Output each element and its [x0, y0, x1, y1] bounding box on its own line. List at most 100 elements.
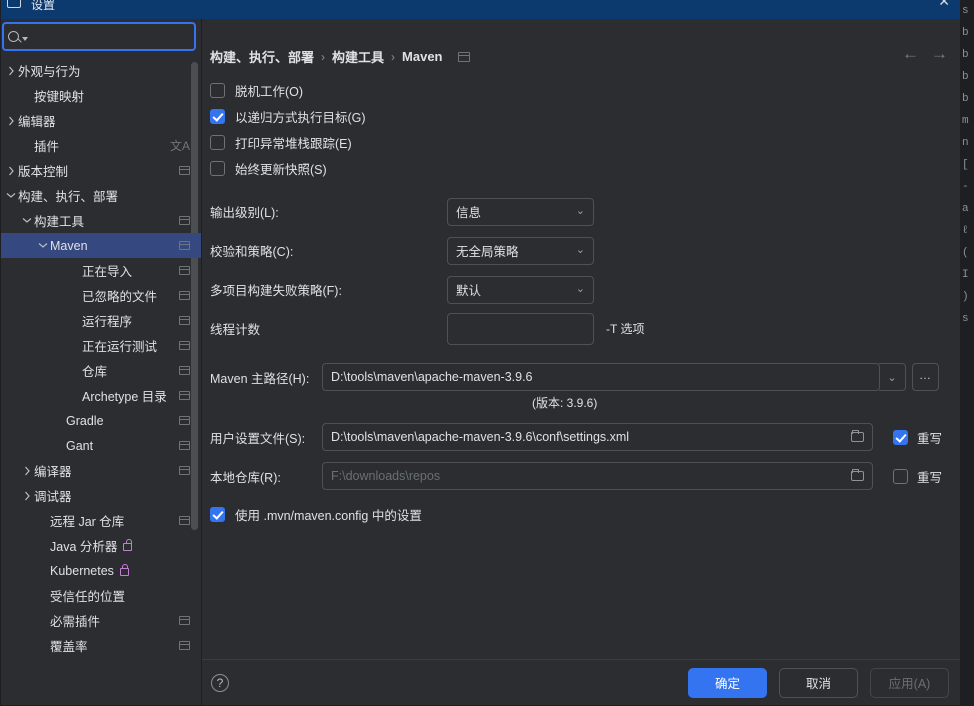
sidebar-item-5[interactable]: 构建、执行、部署 — [1, 183, 201, 208]
sidebar-item-label: 正在运行测试 — [82, 340, 158, 354]
sidebar-item-17[interactable]: 调试器 — [1, 483, 201, 508]
project-scope-icon — [179, 266, 190, 275]
folder-icon[interactable] — [851, 468, 864, 481]
editor-line: s — [962, 5, 969, 17]
checkbox-row-3[interactable]: 始终更新快照(S) — [202, 155, 960, 181]
sidebar-item-13[interactable]: Archetype 目录 — [1, 383, 201, 408]
select-1[interactable]: 无全局策略 ⌄ — [447, 236, 594, 265]
main-scroll-area: 构建、执行、部署 › 构建工具 › Maven ← → 脱机工作(O) 以递归方式执行目标… — [202, 19, 960, 659]
maven-home-input[interactable]: D:\tools\maven\apache-maven-3.9.6 — [322, 363, 880, 391]
sidebar-item-2[interactable]: 编辑器 — [1, 108, 201, 133]
editor-line: [ — [962, 159, 969, 171]
sidebar-item-21[interactable]: 受信任的位置 — [1, 583, 201, 608]
sidebar-item-11[interactable]: 正在运行测试 — [1, 333, 201, 358]
select-2[interactable]: 默认 ⌄ — [447, 275, 594, 304]
user-settings-input[interactable]: D:\tools\maven\apache-maven-3.9.6\conf\s… — [322, 423, 873, 451]
cancel-button[interactable]: 取消 — [779, 667, 858, 698]
sidebar-item-7[interactable]: Maven — [1, 233, 201, 258]
select-label-2: 多项目构建失败策略(F): — [210, 284, 342, 298]
select-group: 输出级别(L): 信息 ⌄ 校验和策略(C): 无全局策略 ⌄ 多项目构建失败策略(F): 默… — [202, 192, 960, 309]
sidebar-item-18[interactable]: 远程 Jar 仓库 — [1, 508, 201, 533]
maven-home-browse-button[interactable]: … — [912, 363, 939, 391]
forward-arrow-icon[interactable]: → — [931, 45, 948, 62]
checkbox-row-0[interactable]: 脱机工作(O) — [202, 77, 960, 103]
sidebar-item-0[interactable]: 外观与行为 — [1, 58, 201, 83]
sidebar-item-label: Gradle — [66, 413, 104, 428]
chevron-down-icon[interactable] — [36, 242, 50, 249]
sidebar-item-10[interactable]: 运行程序 — [1, 308, 201, 333]
back-arrow-icon[interactable]: ← — [902, 45, 919, 62]
sidebar-item-12[interactable]: 仓库 — [1, 358, 201, 383]
nav-arrows: ← → — [902, 45, 948, 62]
checkbox-row-2[interactable]: 打印异常堆栈跟踪(E) — [202, 129, 960, 155]
maven-home-dropdown-icon[interactable]: ⌄ — [879, 363, 906, 391]
sidebar-item-23[interactable]: 覆盖率 — [1, 633, 201, 658]
sidebar-item-8[interactable]: 正在导入 — [1, 258, 201, 283]
sidebar-item-label: 按键映射 — [34, 90, 85, 104]
chevron-right-icon[interactable] — [20, 466, 34, 476]
chevron-right-icon[interactable] — [4, 66, 18, 76]
sidebar-item-15[interactable]: Gant — [1, 433, 201, 458]
user-settings-override[interactable]: 重写 — [893, 428, 942, 447]
sidebar-item-3[interactable]: 插件 文A — [1, 133, 201, 158]
breadcrumb-item-0[interactable]: 构建、执行、部署 — [210, 47, 314, 66]
user-settings-override-checkbox[interactable] — [893, 429, 908, 445]
project-scope-icon — [179, 366, 190, 375]
project-scope-icon — [179, 466, 190, 475]
editor-line: b — [962, 71, 969, 83]
settings-tree[interactable]: 外观与行为按键映射编辑器 插件 文A 版本控制 构建、执行、部署 构建工具 Maven 正在导… — [1, 55, 201, 705]
sidebar-item-4[interactable]: 版本控制 — [1, 158, 201, 183]
sidebar-item-16[interactable]: 编译器 — [1, 458, 201, 483]
search-box[interactable] — [2, 22, 196, 51]
breadcrumb-item-2[interactable]: Maven — [402, 49, 442, 64]
checkbox-0[interactable] — [210, 82, 225, 98]
select-0[interactable]: 信息 ⌄ — [447, 197, 594, 226]
checkbox-row-1[interactable]: 以递归方式执行目标(G) — [202, 103, 960, 129]
help-icon[interactable]: ? — [211, 673, 229, 692]
sidebar-item-14[interactable]: Gradle — [1, 408, 201, 433]
breadcrumb-item-1[interactable]: 构建工具 — [332, 47, 384, 66]
chevron-down-icon: ⌄ — [575, 205, 585, 217]
sidebar-item-label: Archetype 目录 — [82, 390, 167, 404]
chevron-right-icon[interactable] — [20, 491, 34, 501]
close-icon[interactable]: ✕ — [938, 0, 950, 8]
thread-count-row: 线程计数 -T 选项 — [202, 309, 960, 348]
checkbox-2[interactable] — [210, 134, 225, 150]
chevron-right-icon[interactable] — [4, 116, 18, 126]
footer-buttons: 确定 取消 应用(A) — [688, 667, 949, 698]
sidebar-item-label: 正在导入 — [82, 265, 133, 279]
project-scope-icon — [179, 391, 190, 400]
project-scope-icon — [179, 316, 190, 325]
thread-count-input[interactable] — [447, 312, 594, 345]
project-scope-icon — [179, 416, 190, 425]
chevron-down-icon[interactable] — [4, 192, 18, 199]
mvn-config-checkbox[interactable] — [210, 506, 225, 522]
editor-line: - — [962, 181, 969, 193]
checkbox-1[interactable] — [210, 108, 225, 124]
project-scope-icon — [179, 516, 190, 525]
ok-button[interactable]: 确定 — [688, 667, 767, 698]
project-scope-icon — [179, 641, 190, 650]
breadcrumb: 构建、执行、部署 › 构建工具 › Maven — [210, 47, 470, 66]
sidebar-item-20[interactable]: Kubernetes — [1, 558, 201, 583]
checkbox-3[interactable] — [210, 160, 225, 176]
chevron-down-icon: ⌄ — [575, 244, 585, 256]
folder-icon[interactable] — [851, 429, 864, 442]
sidebar-item-6[interactable]: 构建工具 — [1, 208, 201, 233]
mvn-config-row[interactable]: 使用 .mvn/maven.config 中的设置 — [202, 501, 960, 527]
local-repo-input[interactable]: F:\downloads\repos — [322, 462, 873, 490]
chevron-down-icon[interactable] — [20, 217, 34, 224]
chevron-right-icon[interactable] — [4, 166, 18, 176]
editor-line: m — [962, 115, 969, 127]
apply-button[interactable]: 应用(A) — [870, 667, 949, 698]
sidebar-item-19[interactable]: Java 分析器 — [1, 533, 201, 558]
sidebar-item-1[interactable]: 按键映射 — [1, 83, 201, 108]
search-input[interactable] — [28, 29, 188, 44]
select-row-0: 输出级别(L): 信息 ⌄ — [202, 192, 960, 231]
maven-home-value: D:\tools\maven\apache-maven-3.9.6 — [331, 370, 533, 384]
local-repo-override[interactable]: 重写 — [893, 467, 942, 486]
sidebar-item-9[interactable]: 已忽略的文件 — [1, 283, 201, 308]
local-repo-override-checkbox[interactable] — [893, 468, 908, 484]
sidebar-item-label: 覆盖率 — [50, 640, 88, 654]
sidebar-item-22[interactable]: 必需插件 — [1, 608, 201, 633]
